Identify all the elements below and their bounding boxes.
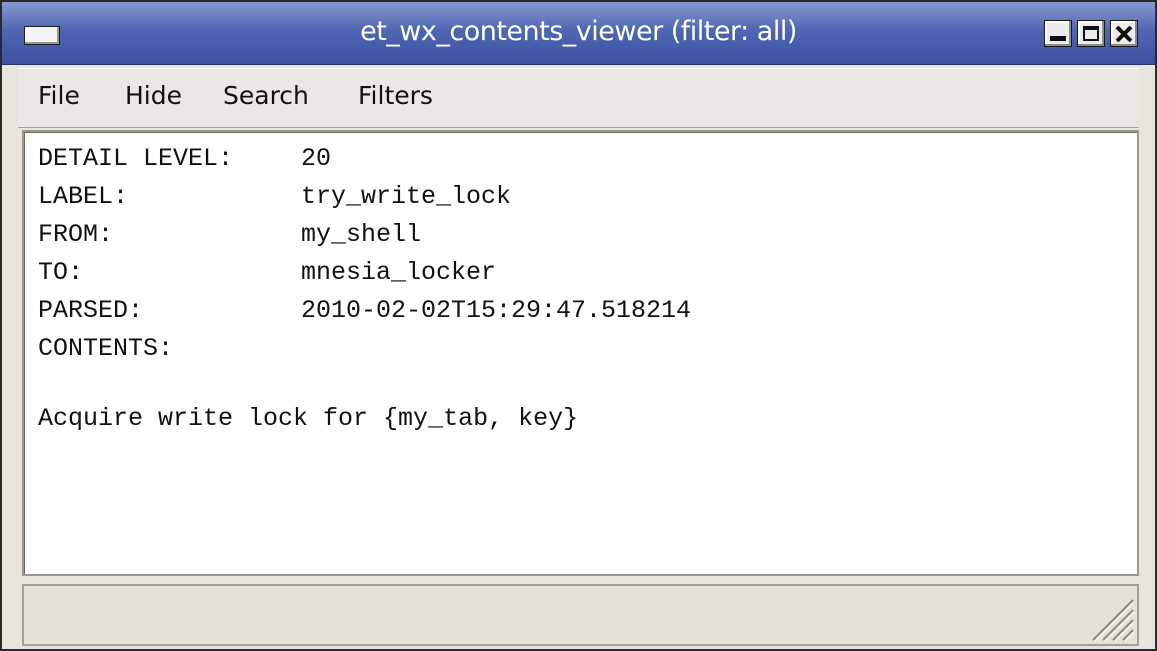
contents-row: CONTENTS: <box>38 334 301 372</box>
app-window: et_wx_contents_viewer (filter: all) File… <box>0 0 1157 651</box>
from-value: my_shell <box>301 220 422 249</box>
maximize-button[interactable] <box>1077 20 1105 47</box>
label-value: try_write_lock <box>301 182 512 211</box>
label-label: LABEL: <box>38 182 129 211</box>
detail-level-value: 20 <box>301 144 332 173</box>
to-label: TO: <box>38 258 84 287</box>
parsed-value: 2010-02-02T15:29:47.518214 <box>301 296 692 325</box>
parsed-label: PARSED: <box>38 296 144 325</box>
status-bar <box>22 584 1139 646</box>
detail-level-row: DETAIL LEVEL: 20 <box>38 144 331 182</box>
menu-bar: File Hide Search Filters <box>18 68 1139 128</box>
label-row: LABEL: try_write_lock <box>38 182 511 220</box>
menu-file[interactable]: File <box>38 81 80 110</box>
contents-label: CONTENTS: <box>38 334 174 363</box>
window-title: et_wx_contents_viewer (filter: all) <box>360 16 797 47</box>
to-value: mnesia_locker <box>301 258 497 287</box>
menu-search[interactable]: Search <box>223 81 309 110</box>
contents-text-area[interactable]: DETAIL LEVEL: 20 LABEL: try_write_lock FRO… <box>22 130 1139 576</box>
close-icon <box>1115 25 1133 43</box>
menu-hide[interactable]: Hide <box>125 81 182 110</box>
detail-level-label: DETAIL LEVEL: <box>38 144 234 173</box>
minimize-button[interactable] <box>1044 20 1072 47</box>
title-bar[interactable]: et_wx_contents_viewer (filter: all) <box>2 2 1155 65</box>
resize-grip-icon[interactable] <box>1089 596 1135 642</box>
parsed-row: PARSED: 2010-02-02T15:29:47.518214 <box>38 296 691 334</box>
from-label: FROM: <box>38 220 114 249</box>
menu-filters[interactable]: Filters <box>358 81 433 110</box>
contents-body: Acquire write lock for {my_tab, key} <box>38 404 579 433</box>
to-row: TO: mnesia_locker <box>38 258 496 296</box>
close-button[interactable] <box>1110 20 1138 47</box>
from-row: FROM: my_shell <box>38 220 421 258</box>
